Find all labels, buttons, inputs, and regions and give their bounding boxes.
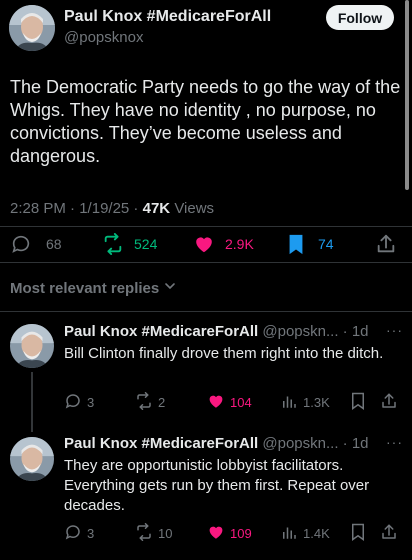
bookmark-icon [286, 233, 306, 255]
more-options-icon[interactable]: ··· [386, 434, 403, 450]
share-icon [375, 233, 397, 255]
reply-age[interactable]: 1d [352, 435, 369, 452]
share-icon [380, 392, 398, 413]
tweet-header: Paul Knox #MedicareForAll @popsknox Foll… [0, 0, 412, 56]
repost-action[interactable]: 10 [135, 523, 172, 544]
avatar[interactable] [10, 324, 54, 368]
like-action[interactable]: 104 [207, 392, 252, 413]
chevron-down-icon [163, 279, 177, 297]
repost-action[interactable]: 2 [135, 392, 165, 413]
repost-icon [102, 233, 124, 255]
bookmark-icon [350, 523, 366, 544]
reply-action[interactable]: 3 [64, 523, 94, 544]
more-options-icon[interactable]: ··· [386, 322, 403, 338]
reply-header: Paul Knox #MedicareForAll @popskn... · 1… [64, 435, 369, 452]
share-action[interactable] [375, 233, 397, 255]
reply-author-handle[interactable]: @popskn... [262, 435, 338, 452]
divider [0, 226, 412, 227]
sort-label: Most relevant replies [10, 279, 160, 297]
author-handle[interactable]: @popsknox [64, 29, 143, 46]
sort-replies-dropdown[interactable]: Most relevant replies [10, 279, 177, 297]
repost-icon [135, 523, 153, 544]
reply-icon [10, 233, 32, 255]
views-label: Views [174, 200, 215, 217]
follow-button[interactable]: Follow [326, 5, 394, 30]
like-action[interactable]: 2.9K [193, 233, 254, 255]
tweet-date[interactable]: 1/19/25 [79, 200, 129, 217]
tweet-text: The Democratic Party needs to go the way… [10, 77, 401, 166]
tweet-meta: 2:28 PM · 1/19/25 · 47K Views [10, 200, 215, 217]
reply-count: 68 [46, 236, 62, 252]
author-name[interactable]: Paul Knox #MedicareForAll [64, 8, 271, 26]
reply-icon [64, 523, 82, 544]
bookmark-action[interactable]: 74 [286, 233, 334, 255]
bookmark-count: 74 [318, 236, 334, 252]
views-count: 1.4K [303, 526, 330, 541]
views-count: 1.3K [303, 395, 330, 410]
share-action[interactable] [380, 392, 398, 413]
repost-count: 524 [134, 236, 158, 252]
share-action[interactable] [380, 523, 398, 544]
repost-icon [135, 392, 153, 413]
like-action[interactable]: 109 [207, 523, 252, 544]
thread-line [31, 372, 33, 432]
reply-author-name[interactable]: Paul Knox #MedicareForAll [64, 435, 258, 452]
bookmark-action[interactable] [350, 523, 366, 544]
repost-count: 2 [158, 395, 166, 410]
analytics-icon [280, 392, 298, 413]
divider [0, 262, 412, 263]
bookmark-action[interactable] [350, 392, 366, 413]
analytics-icon [280, 523, 298, 544]
reply-action[interactable]: 3 [64, 392, 94, 413]
reply-item[interactable]: Paul Knox #MedicareForAll @popskn... · 1… [0, 432, 412, 560]
reply-item[interactable]: Paul Knox #MedicareForAll @popskn... · 1… [0, 312, 412, 432]
reply-text: They are opportunistic lobbyist facilita… [64, 457, 370, 514]
views-action[interactable]: 1.4K [280, 523, 330, 544]
reply-header: Paul Knox #MedicareForAll @popskn... · 1… [64, 323, 369, 340]
repost-action[interactable]: 524 [102, 233, 157, 255]
reply-age[interactable]: 1d [352, 323, 369, 340]
bookmark-icon [350, 392, 366, 413]
repost-count: 10 [158, 526, 173, 541]
reply-author-name[interactable]: Paul Knox #MedicareForAll [64, 323, 258, 340]
tweet-time[interactable]: 2:28 PM [10, 200, 66, 217]
reply-action[interactable]: 68 [10, 233, 62, 255]
reply-author-handle[interactable]: @popskn... [262, 323, 338, 340]
reply-icon [64, 392, 82, 413]
avatar[interactable] [10, 437, 54, 481]
views-count: 47K [142, 200, 171, 217]
heart-icon [193, 233, 215, 255]
share-icon [380, 523, 398, 544]
heart-icon [207, 523, 225, 544]
avatar[interactable] [9, 5, 55, 51]
like-count: 109 [230, 526, 252, 541]
heart-icon [207, 392, 225, 413]
reply-text: Bill Clinton finally drove them right in… [64, 345, 384, 362]
reply-count: 3 [87, 395, 95, 410]
views-action[interactable]: 1.3K [280, 392, 330, 413]
reply-count: 3 [87, 526, 95, 541]
like-count: 104 [230, 395, 252, 410]
like-count: 2.9K [225, 236, 254, 252]
